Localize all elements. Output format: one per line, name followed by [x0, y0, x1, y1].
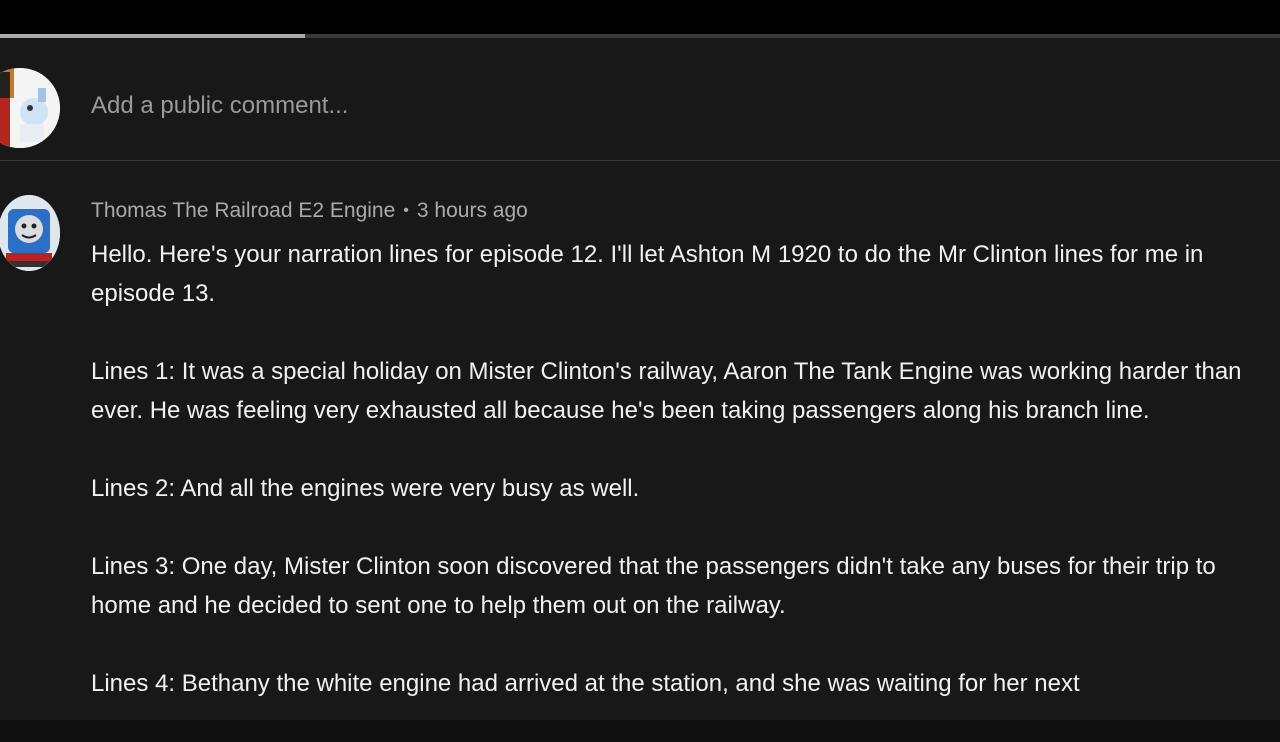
comment-paragraph: Lines 2: And all the engines were very b… [91, 475, 640, 502]
comment-author-name[interactable]: Thomas The Railroad E2 Engine [91, 199, 395, 222]
user-avatar-image [0, 68, 60, 148]
comment-meta: Thomas The Railroad E2 Engine • 3 hours ag… [91, 199, 528, 223]
comment-paragraph: Lines 1: It was a special holiday on Mis… [91, 358, 1242, 424]
comment-body: Hello. Here's your narration lines for e… [91, 235, 1280, 742]
user-avatar[interactable] [0, 68, 60, 148]
comments-section: Add a public comment... Thomas The Railr… [0, 38, 1280, 720]
meta-separator: • [403, 202, 409, 219]
author-avatar[interactable] [0, 195, 60, 271]
comment-timestamp[interactable]: 3 hours ago [417, 199, 528, 222]
add-comment-input[interactable]: Add a public comment... [91, 92, 348, 120]
comment-paragraph: Lines 3: One day, Mister Clinton soon di… [91, 553, 1216, 619]
comment-paragraph: Hello. Here's your narration lines for e… [91, 241, 1204, 307]
author-avatar-image [0, 195, 60, 271]
comment-paragraph: Lines 4: Bethany the white engine had ar… [91, 670, 1080, 697]
add-comment-row: Add a public comment... [0, 38, 1280, 161]
comment-thread: Thomas The Railroad E2 Engine • 3 hours ag… [0, 161, 1280, 720]
video-player-bottom [0, 0, 1280, 34]
